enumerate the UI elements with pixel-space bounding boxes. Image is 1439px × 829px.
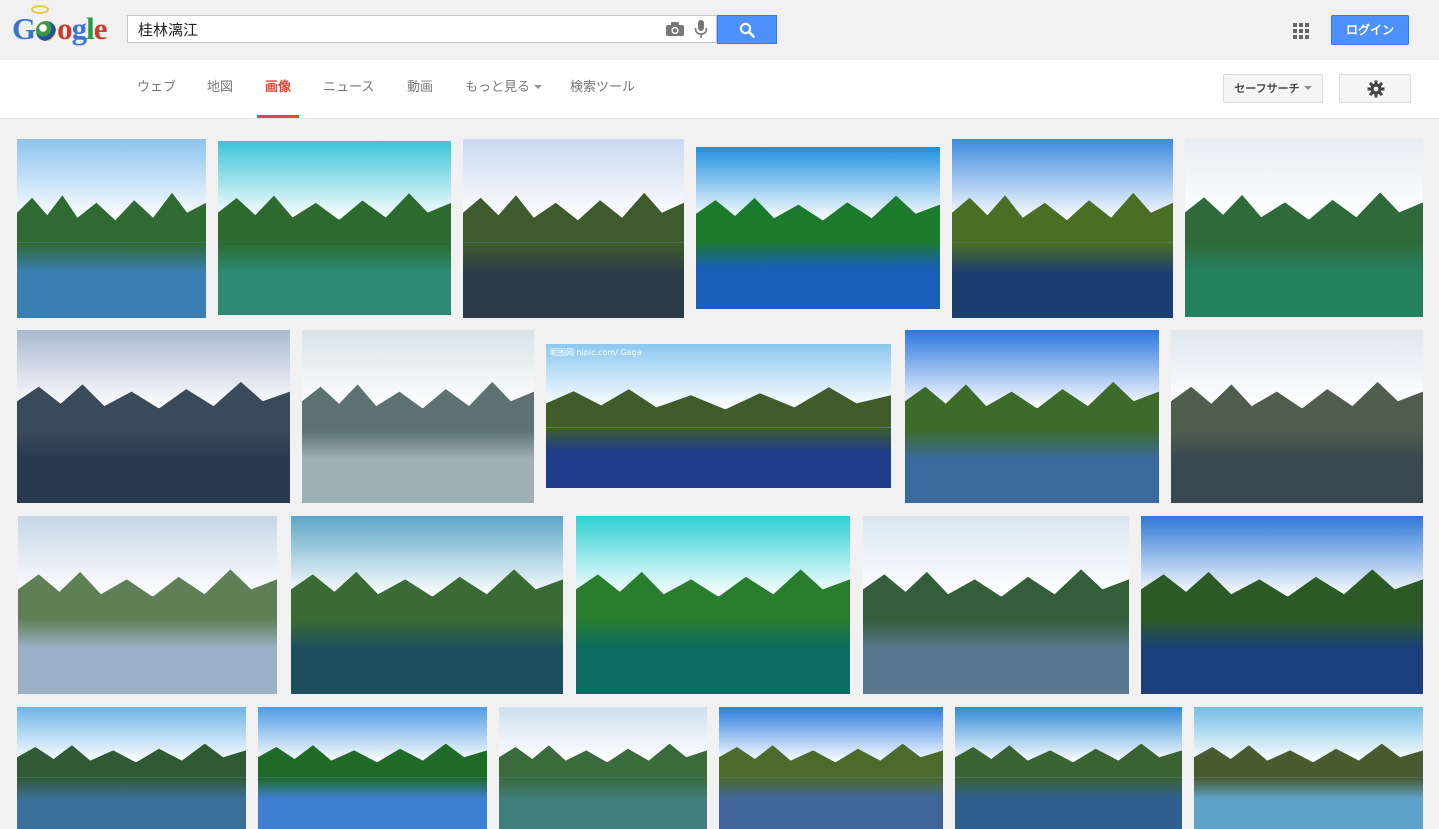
tab-more-label: もっと見る: [465, 80, 531, 95]
soccer-ball-icon: [36, 21, 57, 41]
image-result-thumbnail[interactable]: [1141, 516, 1423, 694]
tab-search-tools[interactable]: 検索ツール: [562, 60, 643, 118]
image-result-thumbnail[interactable]: [291, 516, 563, 694]
image-result-thumbnail[interactable]: [17, 707, 246, 829]
chevron-down-icon: [1303, 86, 1312, 90]
microphone-icon[interactable]: [694, 20, 708, 39]
halo-icon: [31, 5, 49, 14]
tab-images[interactable]: 画像: [257, 60, 300, 118]
gear-icon: [1367, 80, 1385, 98]
search-input[interactable]: [138, 16, 658, 42]
image-result-thumbnail[interactable]: [952, 139, 1173, 318]
image-result-thumbnail[interactable]: [863, 516, 1129, 694]
google-logo[interactable]: Gogle: [12, 9, 107, 49]
image-result-thumbnail[interactable]: [18, 516, 277, 694]
image-result-thumbnail[interactable]: [499, 707, 707, 829]
image-result-thumbnail[interactable]: [1194, 707, 1423, 829]
safesearch-button[interactable]: セーフサーチ: [1223, 74, 1323, 103]
camera-icon[interactable]: [666, 22, 684, 36]
tab-more[interactable]: もっと見る: [457, 60, 550, 118]
top-bar: Gogle ログイン: [0, 0, 1439, 61]
image-result-thumbnail[interactable]: [1185, 139, 1423, 317]
image-result-thumbnail[interactable]: [955, 707, 1182, 829]
image-result-thumbnail[interactable]: [258, 707, 487, 829]
safesearch-label: セーフサーチ: [1234, 82, 1300, 95]
tab-web[interactable]: ウェブ: [129, 60, 184, 118]
tab-videos[interactable]: 動画: [399, 60, 441, 118]
image-result-thumbnail[interactable]: [17, 139, 206, 318]
search-button[interactable]: [717, 15, 777, 44]
image-result-thumbnail[interactable]: [1171, 330, 1423, 503]
image-result-thumbnail[interactable]: 昵图网 nipic.com/ Gaga: [546, 344, 891, 488]
image-result-thumbnail[interactable]: [719, 707, 943, 829]
tab-maps[interactable]: 地図: [199, 60, 241, 118]
tab-news[interactable]: ニュース: [315, 60, 382, 118]
image-result-thumbnail[interactable]: [17, 330, 290, 503]
image-result-thumbnail[interactable]: [218, 141, 451, 315]
login-button[interactable]: ログイン: [1331, 15, 1409, 45]
image-result-thumbnail[interactable]: [463, 139, 684, 318]
search-box[interactable]: [127, 15, 717, 43]
image-result-thumbnail[interactable]: [905, 330, 1159, 503]
image-result-thumbnail[interactable]: [302, 330, 534, 503]
apps-grid-icon[interactable]: [1293, 23, 1309, 39]
settings-button[interactable]: [1339, 74, 1411, 103]
image-result-thumbnail[interactable]: [696, 147, 940, 309]
image-result-thumbnail[interactable]: [576, 516, 850, 694]
image-watermark: 昵图网 nipic.com/ Gaga: [550, 348, 642, 357]
chevron-down-icon: [534, 85, 543, 89]
search-icon: [739, 22, 755, 38]
